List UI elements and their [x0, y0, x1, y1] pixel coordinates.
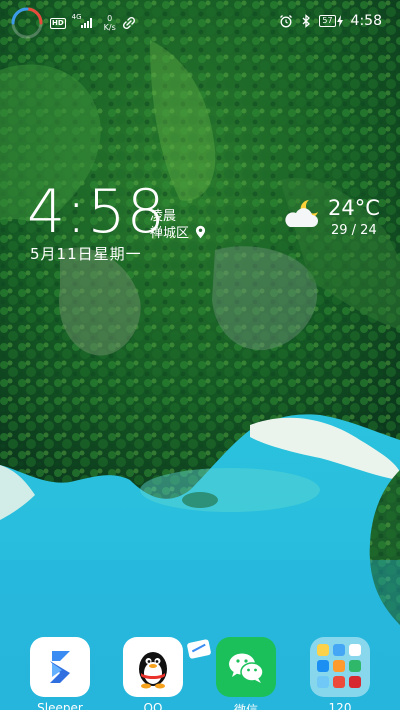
moon-cloud-icon[interactable]: [282, 196, 322, 232]
clock-widget-time[interactable]: 4:58: [27, 181, 166, 243]
speed-unit: K/s: [103, 23, 116, 32]
charging-bolt-icon: [336, 15, 343, 27]
folder-icon: [317, 644, 361, 688]
battery-indicator: 57: [319, 15, 343, 27]
hd-badge: HD: [50, 17, 66, 29]
link-icon: [122, 16, 135, 30]
penguin-icon: [139, 652, 167, 689]
weather-range: 29 / 24: [331, 223, 377, 238]
clock-location[interactable]: 禅城区: [150, 222, 206, 241]
app-wechat[interactable]: [216, 637, 276, 697]
signal-icon: 4G: [72, 12, 100, 34]
wechat-icon: [229, 653, 264, 683]
app-qq[interactable]: [123, 637, 183, 697]
app-label-qq: QQ: [143, 701, 163, 715]
loading-ring-icon: [11, 7, 43, 39]
status-bar: HD 4G 0 K/s 57 4:58: [0, 0, 400, 40]
alarm-clock-icon: [280, 15, 293, 28]
status-time: 4:58: [350, 13, 382, 29]
location-pin-icon: [195, 225, 206, 238]
speed-value: 0: [107, 14, 113, 23]
bluetooth-icon: [302, 14, 311, 28]
widget-badge-icon: [187, 639, 211, 659]
app-folder[interactable]: [310, 637, 370, 697]
weather-temperature[interactable]: 24°C: [328, 196, 380, 220]
app-sleeper[interactable]: [30, 637, 90, 697]
clock-date: 5月11日星期一: [30, 245, 142, 263]
blue-s-app-icon: [50, 651, 70, 683]
location-label: 禅城区: [150, 226, 190, 241]
app-label-folder: 120: [328, 701, 352, 715]
wallpaper: [0, 0, 400, 710]
network-speed: 0 K/s: [104, 14, 116, 32]
battery-level: 57: [319, 15, 336, 27]
app-label-sleeper: Sleeper: [37, 701, 83, 715]
